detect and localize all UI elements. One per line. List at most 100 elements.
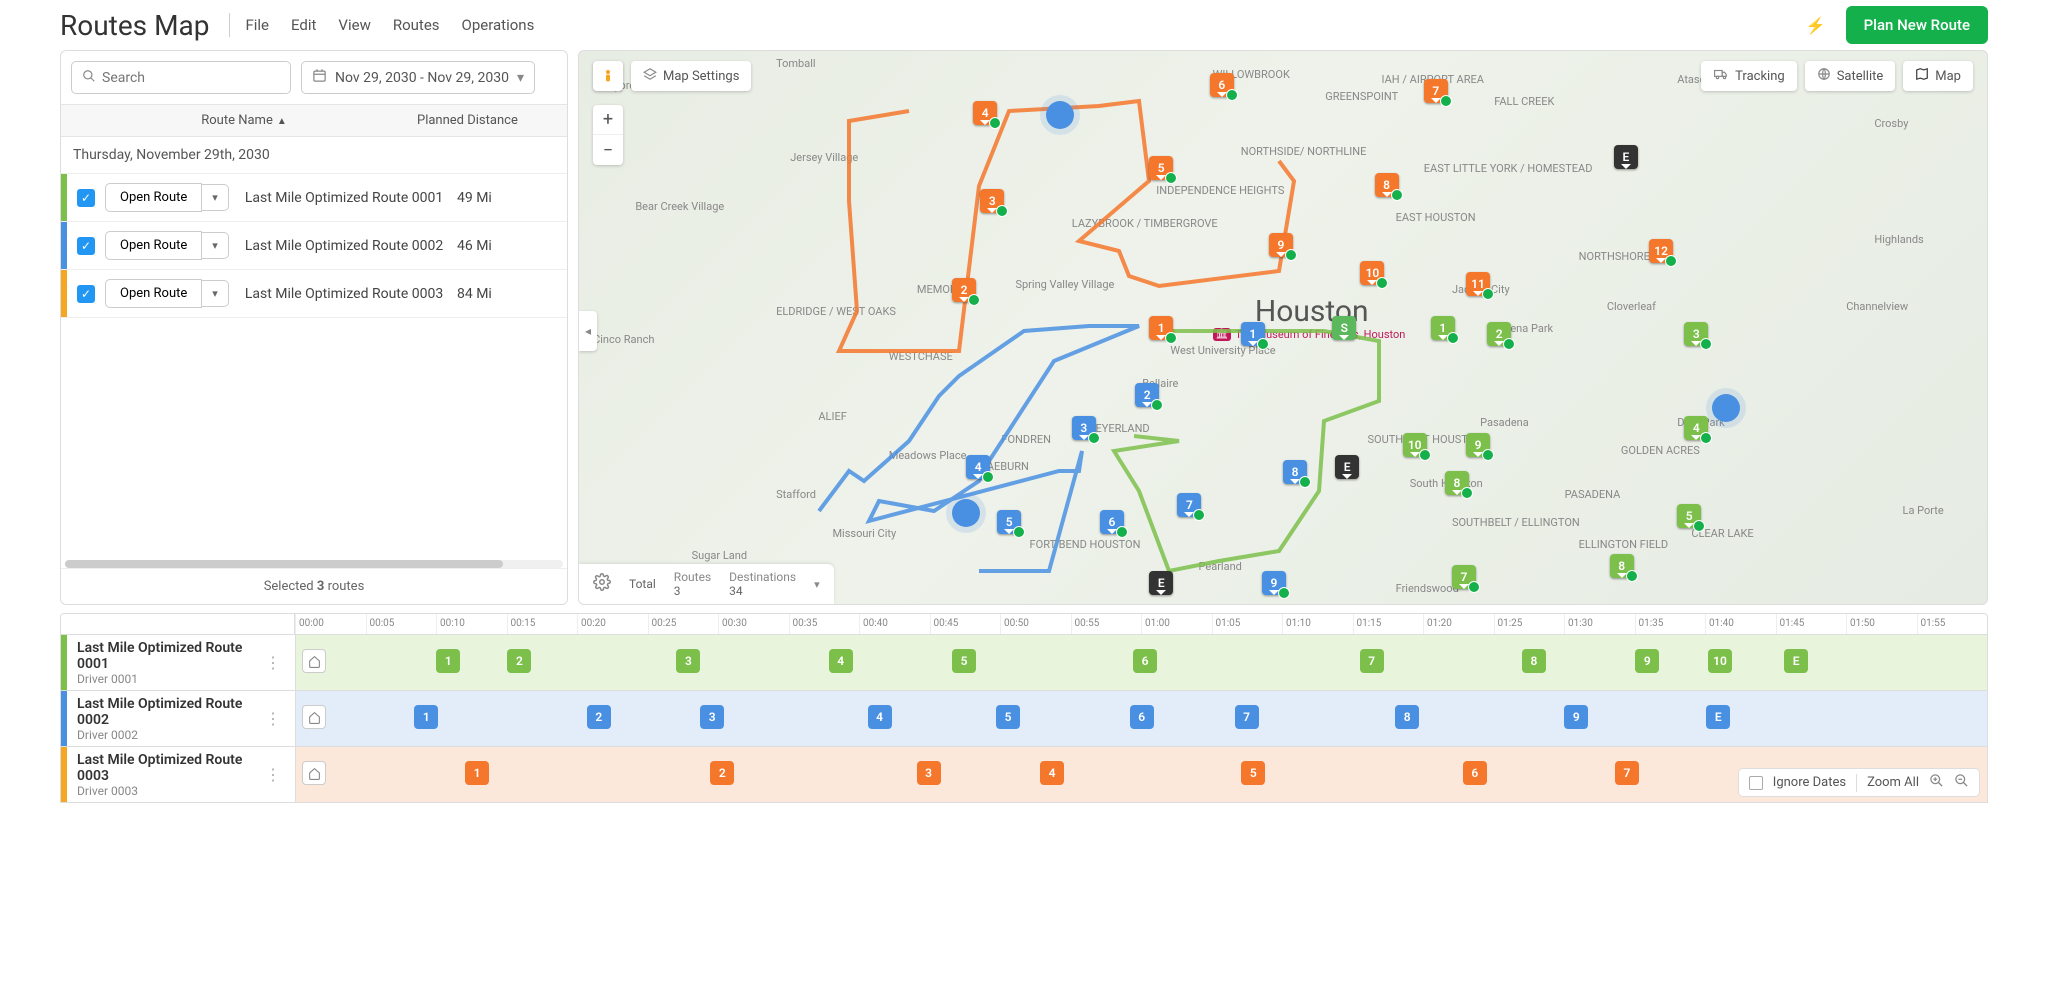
zoom-in-icon[interactable] (1929, 773, 1944, 792)
map-panel[interactable]: WILLOWBROOKIAH / AIRPORT AREAGREENSPOINT… (578, 50, 1988, 605)
timeline-stop[interactable]: 4 (829, 649, 853, 673)
map-stop-marker[interactable]: 7 (1424, 79, 1448, 103)
map-stop-marker[interactable]: S (1332, 316, 1356, 340)
map-stop-marker[interactable]: E (1614, 145, 1638, 169)
timeline-stop[interactable]: 7 (1615, 761, 1639, 785)
map-stop-marker[interactable]: 8 (1283, 460, 1307, 484)
map-stop-marker[interactable]: 9 (1262, 571, 1286, 595)
zoom-out-icon[interactable] (1954, 773, 1969, 792)
ignore-dates-checkbox[interactable] (1749, 776, 1763, 790)
map-stop-marker[interactable]: 9 (1269, 233, 1293, 257)
open-route-dropdown[interactable]: ▾ (202, 280, 229, 307)
timeline-stop[interactable]: 3 (700, 705, 724, 729)
map-stop-marker[interactable]: 5 (997, 510, 1021, 534)
timeline-stop[interactable]: 10 (1708, 649, 1732, 673)
map-stop-marker[interactable]: 10 (1403, 433, 1427, 457)
map-stop-marker[interactable]: 10 (1360, 261, 1384, 285)
map-stop-marker[interactable]: 1 (1431, 316, 1455, 340)
timeline-stop[interactable]: E (1706, 705, 1730, 729)
zoom-all-button[interactable]: Zoom All (1867, 775, 1919, 790)
route-checkbox[interactable]: ✓ (77, 285, 95, 303)
chevron-down-icon[interactable]: ▾ (814, 578, 820, 591)
map-stop-marker[interactable]: 3 (1684, 322, 1708, 346)
open-route-dropdown[interactable]: ▾ (202, 232, 229, 259)
map-stop-marker[interactable]: 3 (980, 189, 1004, 213)
menu-routes[interactable]: Routes (393, 16, 440, 34)
timeline-stop[interactable]: 6 (1133, 649, 1157, 673)
map-stop-marker[interactable]: 11 (1466, 272, 1490, 296)
map-stop-marker[interactable]: 8 (1445, 471, 1469, 495)
timeline-stop[interactable]: 8 (1395, 705, 1419, 729)
menu-file[interactable]: File (245, 16, 269, 34)
map-stop-marker[interactable]: E (1149, 571, 1173, 595)
timeline-track[interactable]: 12345678910E (295, 635, 1987, 690)
home-icon[interactable] (302, 761, 326, 785)
map-stop-marker[interactable]: 4 (966, 455, 990, 479)
open-route-button[interactable]: Open Route (105, 183, 202, 212)
menu-operations[interactable]: Operations (462, 16, 535, 34)
map-stop-marker[interactable]: 4 (973, 101, 997, 125)
map-stop-marker[interactable]: 1 (1241, 322, 1265, 346)
search-input-wrapper[interactable] (71, 61, 291, 94)
map-stop-marker[interactable]: 1 (1149, 316, 1173, 340)
collapse-panel-button[interactable]: ◂ (579, 311, 597, 351)
timeline-stop[interactable]: 1 (465, 761, 489, 785)
map-stop-marker[interactable]: 7 (1177, 493, 1201, 517)
open-route-button[interactable]: Open Route (105, 231, 202, 260)
home-icon[interactable] (302, 649, 326, 673)
timeline-stop[interactable]: 2 (507, 649, 531, 673)
timeline-track[interactable]: 123456789E (295, 691, 1987, 746)
route-row[interactable]: ✓ Open Route ▾ Last Mile Optimized Route… (61, 174, 567, 222)
timeline-track[interactable]: 1234567 (295, 747, 1987, 802)
map-stop-marker[interactable]: 9 (1466, 433, 1490, 457)
search-input[interactable] (102, 70, 280, 86)
map-stop-marker[interactable]: 5 (1677, 504, 1701, 528)
map-stop-marker[interactable]: 2 (1135, 383, 1159, 407)
map-stop-marker[interactable]: 6 (1100, 510, 1124, 534)
map-stop-marker[interactable]: 5 (1149, 156, 1173, 180)
lightning-icon[interactable]: ⚡ (1806, 16, 1826, 35)
timeline-stop[interactable]: 9 (1564, 705, 1588, 729)
map-view-button[interactable]: Map (1903, 61, 1973, 91)
zoom-out-button[interactable]: − (593, 135, 623, 165)
column-planned-distance[interactable]: Planned Distance (417, 113, 557, 128)
more-options-icon[interactable]: ⋮ (261, 653, 285, 672)
map-stop-marker[interactable]: 8 (1375, 173, 1399, 197)
more-options-icon[interactable]: ⋮ (261, 709, 285, 728)
route-checkbox[interactable]: ✓ (77, 189, 95, 207)
timeline-stop[interactable]: 2 (710, 761, 734, 785)
timeline-stop[interactable]: 6 (1463, 761, 1487, 785)
timeline-stop[interactable]: 3 (676, 649, 700, 673)
map-stop-marker[interactable]: 4 (1684, 416, 1708, 440)
timeline-stop[interactable]: 4 (868, 705, 892, 729)
route-row[interactable]: ✓ Open Route ▾ Last Mile Optimized Route… (61, 222, 567, 270)
timeline-stop[interactable]: 6 (1130, 705, 1154, 729)
timeline-stop[interactable]: 5 (1241, 761, 1265, 785)
more-options-icon[interactable]: ⋮ (261, 765, 285, 784)
menu-view[interactable]: View (338, 16, 370, 34)
horizontal-scrollbar[interactable] (65, 560, 563, 568)
tracking-button[interactable]: Tracking (1701, 61, 1797, 91)
timeline-stop[interactable]: 5 (996, 705, 1020, 729)
map-stop-marker[interactable]: 8 (1610, 554, 1634, 578)
date-range-picker[interactable]: Nov 29, 2030 - Nov 29, 2030 ▾ (301, 61, 535, 94)
timeline-stop[interactable]: 5 (952, 649, 976, 673)
timeline-stop[interactable]: 9 (1635, 649, 1659, 673)
timeline-stop[interactable]: 1 (436, 649, 460, 673)
plan-new-route-button[interactable]: Plan New Route (1846, 6, 1988, 44)
open-route-button[interactable]: Open Route (105, 279, 202, 308)
route-checkbox[interactable]: ✓ (77, 237, 95, 255)
menu-edit[interactable]: Edit (291, 16, 316, 34)
map-stop-marker[interactable]: 7 (1452, 565, 1476, 589)
pegman-icon[interactable] (593, 61, 623, 91)
gear-icon[interactable] (593, 573, 611, 596)
map-stop-marker[interactable]: 2 (1487, 322, 1511, 346)
timeline-stop[interactable]: 7 (1360, 649, 1384, 673)
timeline-stop[interactable]: 2 (587, 705, 611, 729)
timeline-stop[interactable]: 7 (1235, 705, 1259, 729)
map-stop-marker[interactable]: 6 (1210, 73, 1234, 97)
map-stop-marker[interactable]: 2 (952, 278, 976, 302)
zoom-in-button[interactable]: + (593, 105, 623, 135)
map-stop-marker[interactable]: 3 (1072, 416, 1096, 440)
column-route-name[interactable]: Route Name▲ (71, 113, 417, 128)
